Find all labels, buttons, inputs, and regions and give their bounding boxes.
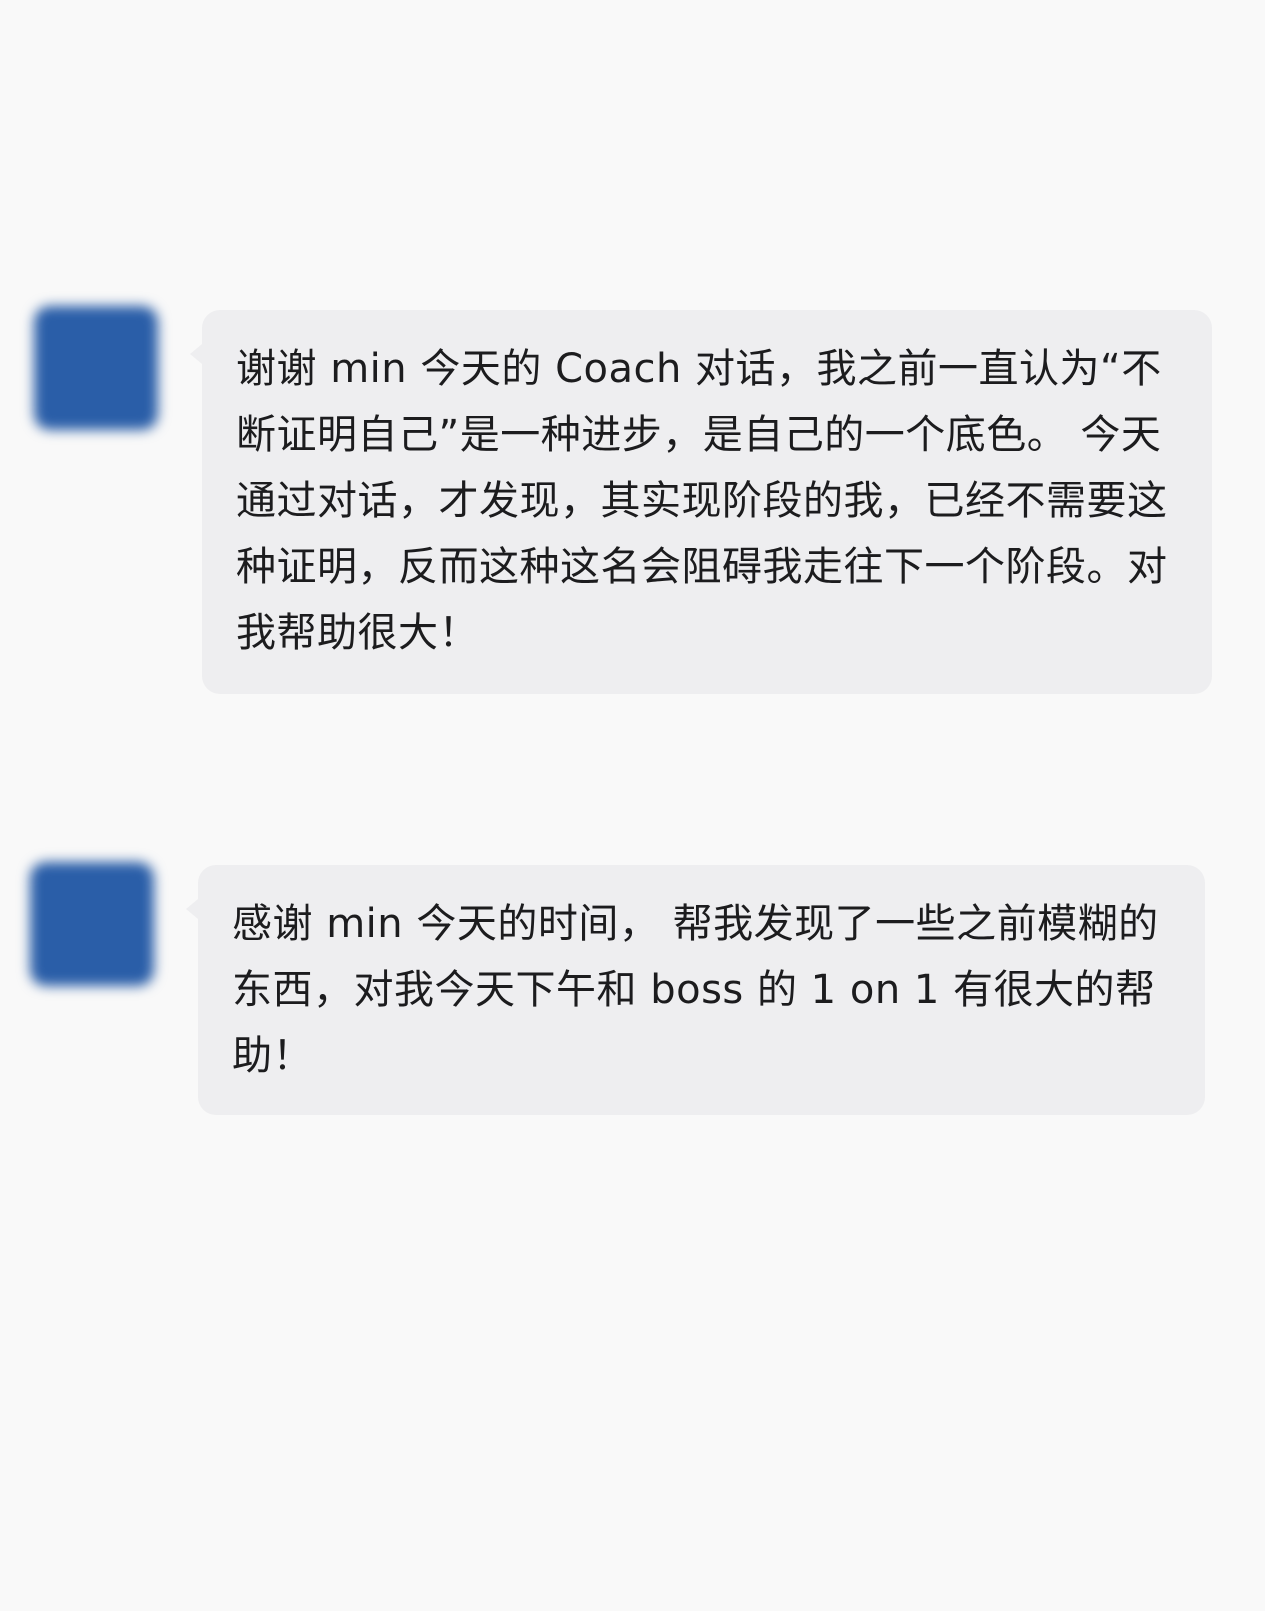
bubble-tail: [186, 899, 198, 919]
message-bubble[interactable]: 谢谢 min 今天的 Coach 对话，我之前一直认为“不断证明自己”是一种进步…: [190, 310, 1212, 694]
bubble-tail: [190, 344, 202, 364]
message-text: 感谢 min 今天的时间， 帮我发现了一些之前模糊的东西，对我今天下午和 bos…: [232, 901, 1159, 1079]
chat-message-list: 谢谢 min 今天的 Coach 对话，我之前一直认为“不断证明自己”是一种进步…: [0, 0, 1265, 1611]
sender-avatar[interactable]: [30, 862, 154, 986]
sender-avatar[interactable]: [34, 306, 158, 430]
message-text: 谢谢 min 今天的 Coach 对话，我之前一直认为“不断证明自己”是一种进步…: [236, 346, 1168, 656]
message-bubble[interactable]: 感谢 min 今天的时间， 帮我发现了一些之前模糊的东西，对我今天下午和 bos…: [186, 865, 1205, 1115]
